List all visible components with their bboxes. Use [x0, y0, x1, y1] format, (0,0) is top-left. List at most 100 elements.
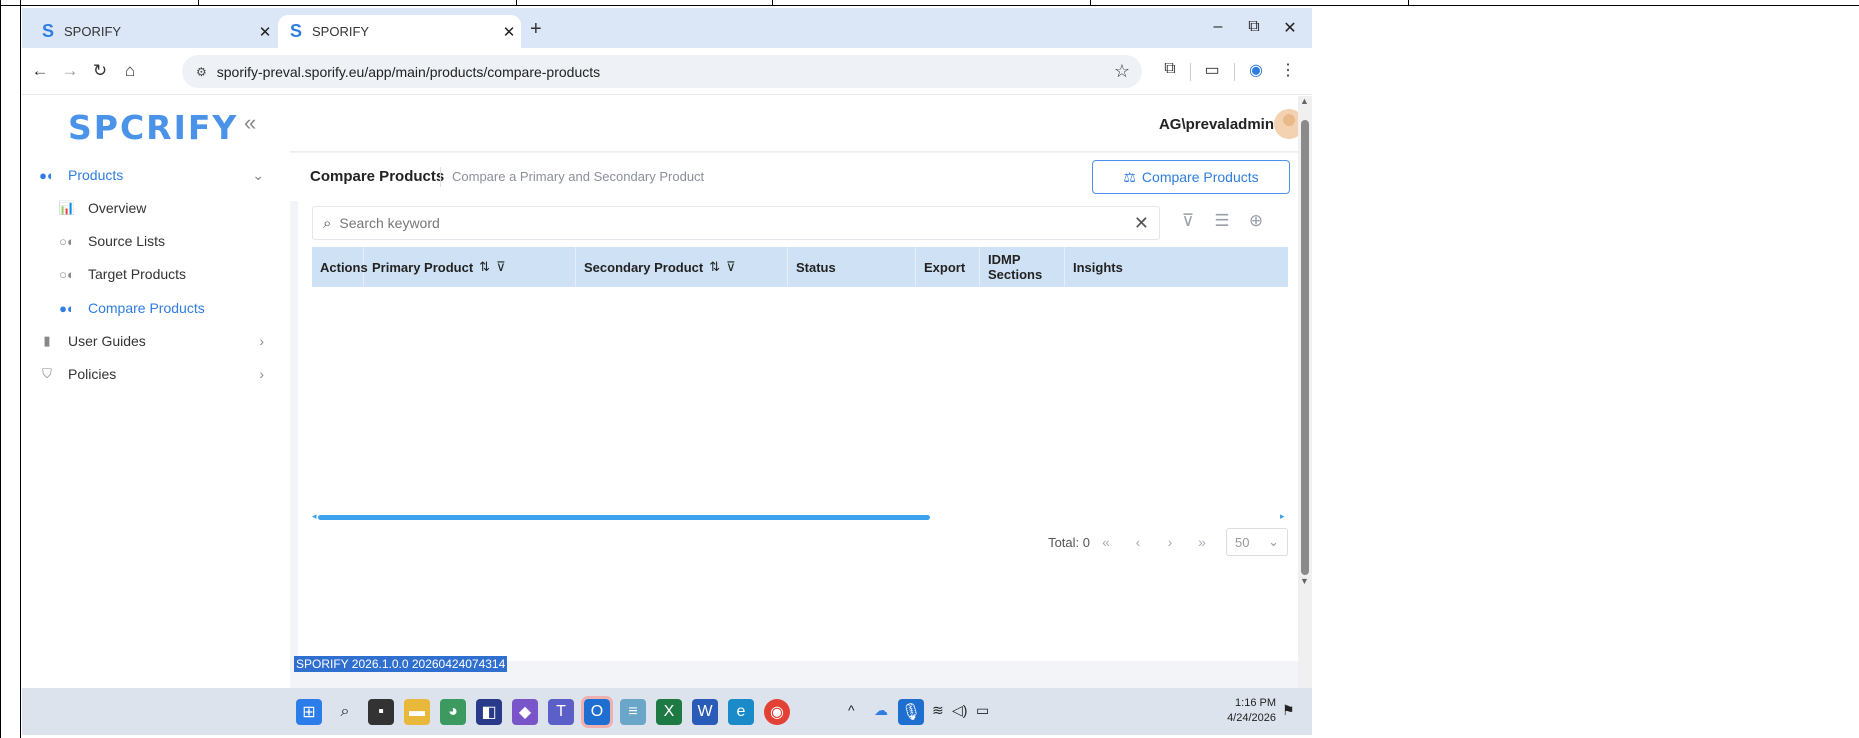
first-page-icon[interactable]: «: [1090, 534, 1122, 550]
horizontal-scrollbar[interactable]: [318, 515, 930, 520]
scroll-left-arrow[interactable]: ◂: [312, 511, 317, 522]
restore-icon[interactable]: ⧉: [1242, 18, 1266, 36]
book-icon: ▮: [43, 333, 51, 348]
total-count: Total: 0: [1048, 534, 1090, 550]
column-label: Primary Product: [372, 259, 474, 275]
search-input[interactable]: Search keyword: [339, 215, 439, 231]
sidebar-item-compare-products[interactable]: ●◐ Compare Products: [22, 292, 290, 324]
teams-icon[interactable]: T: [548, 699, 574, 725]
vertical-scrollbar[interactable]: ▲ ▼: [1298, 96, 1312, 688]
menu-kebab-icon[interactable]: ⋮: [1276, 60, 1300, 80]
office-icon[interactable]: ◆: [512, 699, 538, 725]
tab-title: SPORIFY: [312, 24, 370, 39]
sidebar-item-user-guides[interactable]: ▮ User Guides ›: [22, 325, 290, 357]
close-tab-icon[interactable]: ✕: [253, 23, 277, 41]
collapse-sidebar-icon[interactable]: «: [244, 110, 256, 136]
column-header-actions: Actions: [312, 247, 368, 287]
minimize-icon[interactable]: –: [1206, 18, 1230, 36]
close-tab-icon[interactable]: ✕: [497, 23, 521, 41]
reload-icon[interactable]: ↻: [88, 61, 112, 81]
browser-window: S SPORIFY ✕ S SPORIFY ✕ + – ⧉ ✕ ← → ↻ ⌂ …: [22, 8, 1312, 735]
clear-search-icon[interactable]: ✕: [1134, 213, 1149, 234]
notification-icon[interactable]: ⚑: [1282, 702, 1295, 719]
column-label: Status: [796, 259, 836, 275]
sporify-tab-icon: S: [290, 21, 303, 41]
outlook-icon[interactable]: O: [581, 696, 613, 728]
column-settings-icon[interactable]: ☰: [1210, 211, 1234, 231]
sidebar-item-source-lists[interactable]: ○◐ Source Lists: [22, 225, 290, 257]
column-label: Insights: [1073, 259, 1123, 275]
sidebar-item-products[interactable]: ●◐ Products ⌄: [22, 159, 290, 191]
chat-icon[interactable]: ◕: [440, 699, 466, 725]
windows-start-icon[interactable]: ⊞: [296, 699, 322, 725]
column-header-primary-product[interactable]: Primary Product ⇅ ⊽: [364, 247, 576, 287]
close-window-icon[interactable]: ✕: [1278, 18, 1302, 38]
sidebar-item-overview[interactable]: 📊 Overview: [22, 192, 290, 224]
scroll-right-arrow[interactable]: ▸: [1280, 511, 1285, 522]
toolbar-divider: [1190, 63, 1191, 81]
extensions-icon[interactable]: ⧉: [1158, 60, 1182, 78]
outer-frame-left: [0, 0, 1, 738]
sort-icon[interactable]: ⇅: [479, 259, 490, 275]
search-icon: ⌕: [323, 214, 332, 232]
column-header-export: Export: [916, 247, 980, 287]
app-area: SPCRIFY « ●◐ Products ⌄ 📊 Overview ○◐ So…: [22, 96, 1312, 688]
excel-icon[interactable]: X: [656, 699, 682, 725]
notepad-icon[interactable]: ≡: [620, 699, 646, 725]
page-size-select[interactable]: 50 ⌄: [1226, 528, 1288, 556]
scroll-up-arrow[interactable]: ▲: [1300, 96, 1309, 106]
site-info-icon[interactable]: ⚙: [196, 65, 207, 79]
reading-mode-icon[interactable]: ▭: [1200, 60, 1224, 80]
scrollbar-thumb[interactable]: [1301, 120, 1309, 575]
last-page-icon[interactable]: »: [1186, 534, 1218, 550]
onedrive-icon[interactable]: ☁: [874, 702, 888, 719]
title-divider: [440, 167, 441, 187]
new-tab-button[interactable]: +: [530, 18, 542, 41]
frame-divider: [198, 0, 199, 6]
sporify-logo: SPCRIFY: [68, 108, 239, 147]
sidebar-item-policies[interactable]: ⛉ Policies ›: [22, 358, 290, 390]
chevron-down-icon: ⌄: [252, 166, 264, 183]
sidebar-item-label: User Guides: [68, 333, 146, 349]
forward-icon[interactable]: →: [58, 61, 82, 81]
next-page-icon[interactable]: ›: [1154, 534, 1186, 550]
app-icon[interactable]: ◧: [476, 699, 502, 725]
battery-icon[interactable]: ▭: [976, 702, 989, 719]
compare-products-button[interactable]: ⚖ Compare Products: [1092, 160, 1290, 194]
volume-icon[interactable]: ◁): [952, 702, 967, 719]
browser-tab-2[interactable]: S SPORIFY ✕: [278, 15, 521, 48]
column-header-secondary-product[interactable]: Secondary Product ⇅ ⊽: [576, 247, 788, 287]
microphone-icon[interactable]: 🎙: [898, 699, 924, 725]
back-icon[interactable]: ←: [28, 61, 52, 81]
filter-icon[interactable]: ⊽: [726, 259, 736, 275]
sort-icon[interactable]: ⇅: [709, 259, 720, 275]
user-name[interactable]: AG\prevaladmin: [1159, 116, 1274, 133]
chevron-right-icon: ›: [259, 366, 264, 382]
page-titlebar: Compare Products Compare a Primary and S…: [290, 153, 1312, 201]
wifi-icon[interactable]: ≋: [932, 702, 944, 719]
prev-page-icon[interactable]: ‹: [1122, 534, 1154, 550]
edge-icon[interactable]: e: [728, 699, 754, 725]
sidebar-item-label: Overview: [88, 200, 147, 216]
address-bar[interactable]: ⚙ sporify-preval.sporify.eu/app/main/pro…: [182, 55, 1142, 88]
search-box[interactable]: ⌕ Search keyword ✕: [312, 206, 1160, 240]
bookmark-star-icon[interactable]: ☆: [1114, 61, 1130, 82]
word-icon[interactable]: W: [692, 699, 718, 725]
pills-icon: ○◐: [59, 233, 75, 249]
clock[interactable]: 1:16 PM 4/24/2026: [1227, 696, 1276, 726]
chrome-icon[interactable]: ◉: [764, 699, 790, 725]
shield-icon: ⛉: [42, 366, 52, 381]
browser-tab-1[interactable]: S SPORIFY ✕: [30, 15, 277, 48]
sidebar-item-target-products[interactable]: ○◐ Target Products: [22, 258, 290, 290]
clear-filter-icon[interactable]: ⊽: [1176, 211, 1200, 231]
home-icon[interactable]: ⌂: [118, 61, 142, 81]
file-explorer-icon[interactable]: ▬: [404, 699, 430, 725]
task-view-icon[interactable]: ▪: [368, 699, 394, 725]
tab-strip: S SPORIFY ✕ S SPORIFY ✕ + – ⧉ ✕: [22, 8, 1312, 48]
scroll-down-arrow[interactable]: ▼: [1300, 576, 1309, 586]
profile-icon[interactable]: ◉: [1244, 60, 1268, 80]
filter-icon[interactable]: ⊽: [496, 259, 506, 275]
zoom-icon[interactable]: ⊕: [1244, 211, 1268, 231]
search-icon[interactable]: ⌕: [332, 699, 358, 725]
show-hidden-icons[interactable]: ^: [848, 702, 855, 718]
